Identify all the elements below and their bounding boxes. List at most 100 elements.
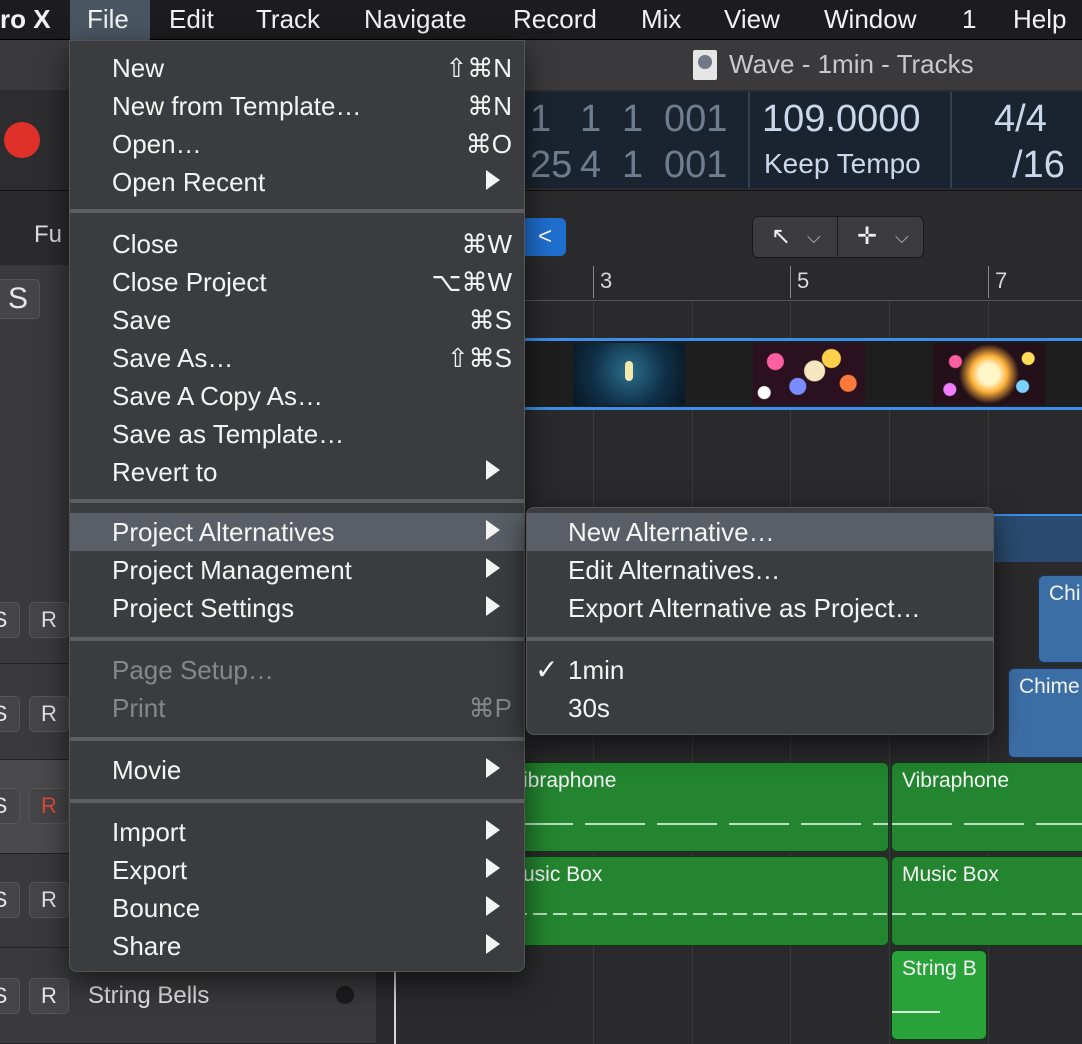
menu-item-print: Print ⌘P (70, 689, 524, 727)
lcd-end-tick: 001 (664, 144, 728, 186)
track-name[interactable]: String Bells (88, 982, 209, 1010)
menu-item-label: Export (112, 855, 188, 885)
menu-item-project-management[interactable]: Project Management (70, 551, 524, 589)
region-vibraphone-2[interactable]: Vibraphone (891, 762, 1082, 852)
menu-item-new-alternative[interactable]: New Alternative… (527, 513, 993, 551)
filter-button[interactable]: < (524, 218, 566, 256)
record-enable-button[interactable]: R (29, 882, 69, 918)
lcd-end-bar: 25 (530, 144, 573, 186)
chevron-down-icon[interactable]: ⌵ (807, 217, 821, 257)
menu-item-label: Save As… (112, 343, 234, 373)
menu-navigate[interactable]: Navigate (364, 0, 467, 40)
record-enable-button[interactable]: R (29, 696, 69, 732)
solo-button[interactable]: S (0, 696, 20, 732)
menu-item-label: Save as Template… (112, 419, 345, 449)
menu-item-open[interactable]: Open… ⌘O (70, 125, 524, 163)
record-enable-button[interactable]: R (29, 602, 69, 638)
menu-item-export[interactable]: Export (70, 851, 524, 889)
region-music-box[interactable]: usic Box (512, 856, 889, 946)
lcd-tempo-mode[interactable]: Keep Tempo (764, 148, 921, 180)
menu-item-bounce[interactable]: Bounce (70, 889, 524, 927)
region-string-bells[interactable]: String B (891, 950, 987, 1040)
menu-separator (70, 637, 524, 641)
solo-button[interactable]: S (0, 978, 20, 1014)
menu-separator (70, 499, 524, 503)
menu-item-import[interactable]: Import (70, 813, 524, 851)
lcd-beat: 1 (580, 98, 602, 140)
menu-item-revert-to[interactable]: Revert to (70, 453, 524, 491)
solo-button[interactable]: S (0, 602, 20, 638)
record-enable-button[interactable]: R (29, 788, 69, 824)
menu-item-label: Bounce (112, 893, 201, 923)
menu-item-movie[interactable]: Movie (70, 751, 524, 789)
menubar: ro X File Edit Track Navigate Record Mix… (0, 0, 1082, 40)
region-chimes[interactable]: Chi (1038, 575, 1082, 663)
menu-item-export-alternative[interactable]: Export Alternative as Project… (527, 589, 993, 627)
lcd-tempo[interactable]: 109.0000 (762, 98, 921, 141)
shortcut-label: ⌘S (468, 305, 512, 335)
chevron-down-icon[interactable]: ⌵ (895, 217, 909, 257)
shortcut-label: ⌘O (465, 129, 512, 159)
menu-item-project-settings[interactable]: Project Settings (70, 589, 524, 627)
menu-item-save-as[interactable]: Save As… ⇧⌘S (70, 339, 524, 377)
menu-file[interactable]: File (70, 0, 150, 40)
menu-item-label: 1min (568, 655, 625, 685)
menu-item-alternative-30s[interactable]: 30s (527, 689, 993, 727)
region-vibraphone[interactable]: ibraphone (512, 762, 889, 852)
lcd-time-signature[interactable]: 4/4 (994, 98, 1047, 141)
menu-view[interactable]: View (724, 0, 780, 40)
menu-item-alternative-1min[interactable]: ✓ 1min (527, 651, 993, 689)
region-notes (892, 913, 1082, 915)
solo-button[interactable]: S (0, 279, 40, 319)
region-label: Chime (1019, 675, 1080, 698)
menu-1[interactable]: 1 (962, 0, 976, 40)
menu-window[interactable]: Window (824, 0, 916, 40)
menu-edit[interactable]: Edit (169, 0, 214, 40)
window-title: Wave - 1min - Tracks (729, 49, 974, 79)
menu-item-label: Save (112, 305, 172, 335)
menu-mix[interactable]: Mix (641, 0, 681, 40)
solo-button[interactable]: S (0, 788, 20, 824)
lcd-end-beat: 4 (580, 144, 602, 186)
menu-item-close[interactable]: Close ⌘W (70, 225, 524, 263)
record-button[interactable] (4, 122, 40, 158)
menu-item-label: Project Settings (112, 593, 295, 623)
menu-item-save-as-template[interactable]: Save as Template… (70, 415, 524, 453)
menu-item-new[interactable]: New ⇧⌘N (70, 49, 524, 87)
region-label: Vibraphone (902, 769, 1010, 792)
menu-item-close-project[interactable]: Close Project ⌥⌘W (70, 263, 524, 301)
lcd-end-division: 1 (622, 144, 644, 186)
menu-item-open-recent[interactable]: Open Recent (70, 163, 524, 201)
record-enable-button[interactable]: R (29, 978, 69, 1014)
lcd-division-value[interactable]: /16 (1012, 144, 1065, 187)
menu-item-label: Close Project (112, 267, 267, 297)
region-notes (513, 823, 888, 825)
region-chimes-2[interactable]: Chime (1008, 668, 1082, 758)
movie-thumbnail (933, 343, 1045, 405)
region-notes (892, 823, 1082, 825)
crosshair-tool-icon[interactable]: ✛ (857, 217, 877, 257)
pointer-tool-icon[interactable]: ↖ (771, 217, 791, 257)
menu-item-project-alternatives[interactable]: Project Alternatives (70, 513, 524, 551)
menu-track[interactable]: Track (256, 0, 320, 40)
menu-item-share[interactable]: Share (70, 927, 524, 965)
menu-item-save[interactable]: Save ⌘S (70, 301, 524, 339)
track-indicator-dot (336, 986, 354, 1004)
lcd-tick: 001 (664, 98, 728, 140)
file-menu: New ⇧⌘N New from Template… ⌘N Open… ⌘O O… (69, 40, 525, 972)
menubar-app-name[interactable]: ro X (0, 0, 51, 40)
menu-item-label: Open… (112, 129, 202, 159)
solo-button[interactable]: S (0, 882, 20, 918)
menu-item-label: Project Alternatives (112, 517, 335, 547)
region-label: String B (902, 957, 977, 980)
menu-help[interactable]: Help (1013, 0, 1066, 40)
region-notes (892, 1011, 940, 1013)
marker-track-region[interactable] (990, 514, 1082, 562)
menu-item-save-a-copy-as[interactable]: Save A Copy As… (70, 377, 524, 415)
menu-record[interactable]: Record (513, 0, 597, 40)
menu-item-label: Import (112, 817, 186, 847)
functions-menu[interactable]: Fu (34, 221, 62, 249)
menu-item-edit-alternatives[interactable]: Edit Alternatives… (527, 551, 993, 589)
menu-item-new-from-template[interactable]: New from Template… ⌘N (70, 87, 524, 125)
region-music-box-2[interactable]: Music Box (891, 856, 1082, 946)
